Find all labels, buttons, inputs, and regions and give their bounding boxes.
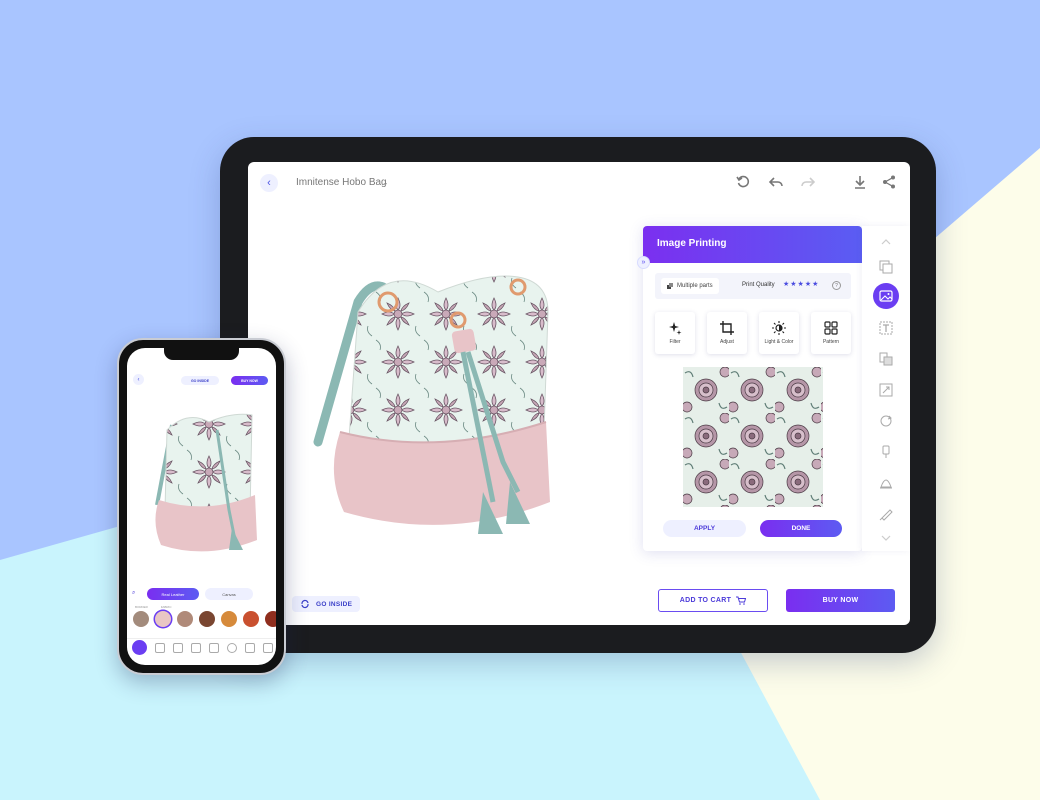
shape-icon[interactable] [263, 643, 273, 653]
print-quality-row: Multiple parts Print Quality ★★★★★ ? [655, 273, 851, 299]
adjust-tool[interactable]: Adjust [707, 312, 747, 354]
tab-real-leather[interactable]: Real Leather [147, 588, 199, 600]
tools-row: Filter Adjust Light & Color Pattern [655, 312, 851, 354]
redo-icon[interactable] [800, 174, 816, 190]
multiple-parts-toggle[interactable]: Multiple parts [661, 278, 719, 294]
tablet-device: ‹ Imnitense Hobo Bag ⌄ GO INSIDE ADD TO … [220, 137, 936, 653]
filter-tool[interactable]: Filter [655, 312, 695, 354]
double-chevron-icon: » [641, 259, 646, 266]
copy-layers-icon[interactable] [876, 257, 896, 277]
go-inside-label: GO INSIDE [316, 600, 353, 608]
swatch[interactable] [265, 611, 276, 627]
light-color-label: Light & Color [764, 339, 794, 345]
chevron-down-icon[interactable] [876, 528, 896, 548]
resize-icon[interactable] [209, 643, 219, 653]
rotate-icon [301, 599, 309, 609]
add-to-cart-button[interactable]: ADD TO CART [658, 589, 768, 612]
phone-active-tool[interactable] [132, 640, 147, 655]
swatch[interactable] [221, 611, 237, 627]
text-icon[interactable] [173, 643, 183, 653]
swatch-label-border: BORDER [135, 605, 148, 609]
rotate-icon[interactable] [876, 411, 896, 431]
zipper-icon[interactable] [876, 442, 896, 462]
swatch[interactable] [177, 611, 193, 627]
sparkle-icon [669, 322, 682, 335]
swatch[interactable] [133, 611, 149, 627]
resize-icon[interactable] [876, 380, 896, 400]
done-button[interactable]: DONE [760, 520, 842, 537]
shape-icon[interactable] [876, 473, 896, 493]
quality-stars: ★★★★★ [783, 281, 820, 288]
swatch-selected[interactable] [155, 611, 171, 627]
search-icon[interactable]: ⌕ [132, 590, 135, 597]
product-title[interactable]: Imnitense Hobo Bag [296, 177, 387, 188]
parts-icon [667, 283, 673, 289]
undo-icon[interactable] [768, 174, 784, 190]
adjust-label: Adjust [720, 339, 734, 345]
phone-go-inside-button[interactable]: GO INSIDE [181, 376, 219, 385]
color-swatches [133, 611, 276, 629]
text-icon[interactable] [876, 318, 896, 338]
phone-product-bag-preview[interactable] [137, 400, 272, 565]
image-icon[interactable] [873, 283, 899, 309]
pen-icon[interactable] [876, 504, 896, 524]
filter-label: Filter [669, 339, 681, 345]
phone-device: ‹ GO INSIDE BUY NOW ⌕ Real Leather Canva… [117, 338, 286, 675]
crop-icon [720, 321, 734, 335]
pattern-label: Pattern [822, 339, 840, 345]
swatch-labels: BORDER FABRIC [135, 605, 172, 609]
chevron-left-icon: ‹ [267, 177, 271, 189]
buy-now-label: BUY NOW [822, 597, 859, 604]
pattern-tool[interactable]: Pattern [811, 312, 851, 354]
tab-canvas[interactable]: Canvas [205, 588, 253, 600]
phone-material-tabs: ⌕ Real Leather Canvas [127, 588, 276, 602]
image-printing-panel: Image Printing » Multiple parts Print Qu… [637, 226, 862, 551]
go-inside-button[interactable]: GO INSIDE [292, 596, 361, 612]
panel-header: Image Printing [643, 226, 862, 263]
chevron-down-icon[interactable]: ⌄ [382, 178, 389, 187]
stickers-icon[interactable] [876, 349, 896, 369]
tool-sidebar [862, 226, 910, 551]
multiple-parts-label: Multiple parts [677, 283, 713, 289]
tablet-screen: ‹ Imnitense Hobo Bag ⌄ GO INSIDE ADD TO … [248, 162, 910, 625]
panel-title: Image Printing [657, 238, 727, 249]
phone-screen: ‹ GO INSIDE BUY NOW ⌕ Real Leather Canva… [127, 348, 276, 665]
product-bag-preview[interactable] [278, 242, 608, 562]
phone-back-button[interactable]: ‹ [133, 374, 144, 385]
rotate-icon[interactable] [227, 643, 237, 653]
apply-button[interactable]: APPLY [663, 520, 746, 537]
download-icon[interactable] [852, 174, 868, 190]
image-icon[interactable] [155, 643, 165, 653]
pattern-preview-image[interactable] [683, 367, 823, 507]
brightness-icon [772, 321, 786, 335]
cart-icon [736, 596, 747, 605]
info-icon[interactable]: ? [832, 281, 841, 290]
collapse-panel-button[interactable]: » [637, 256, 650, 269]
phone-buy-now-button[interactable]: BUY NOW [231, 376, 268, 385]
buy-now-button[interactable]: BUY NOW [786, 589, 895, 612]
share-icon[interactable] [881, 174, 897, 190]
back-button[interactable]: ‹ [260, 174, 278, 192]
swatch-label-fabric: FABRIC [160, 605, 172, 609]
swatch[interactable] [243, 611, 259, 627]
stickers-icon[interactable] [191, 643, 201, 653]
grid-icon [824, 321, 838, 335]
chevron-left-icon: ‹ [137, 376, 140, 383]
print-quality-label: Print Quality [742, 282, 775, 288]
zipper-icon[interactable] [245, 643, 255, 653]
add-to-cart-label: ADD TO CART [679, 597, 732, 604]
swatch[interactable] [199, 611, 215, 627]
light-color-tool[interactable]: Light & Color [759, 312, 799, 354]
phone-toolbar [127, 638, 276, 656]
reset-icon[interactable] [735, 174, 751, 190]
phone-notch [164, 348, 239, 360]
chevron-up-icon[interactable] [876, 232, 896, 252]
